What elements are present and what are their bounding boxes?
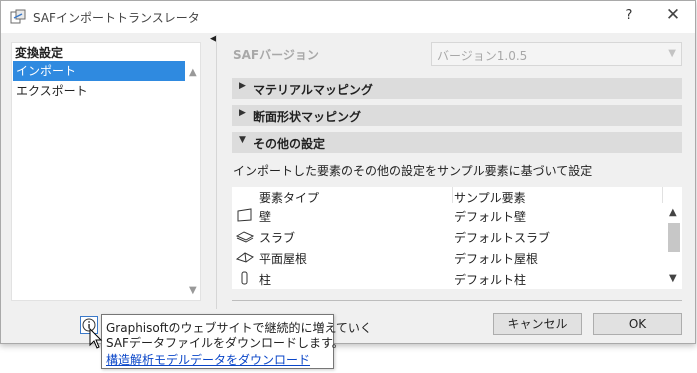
divider [232, 300, 682, 301]
category-item-export[interactable]: エクスポート [13, 81, 185, 101]
table-scrollbar-thumb[interactable] [668, 223, 680, 252]
scroll-up-icon[interactable]: ▲ [189, 67, 197, 78]
download-data-link[interactable]: 構造解析モデルデータをダウンロード [106, 351, 310, 368]
scroll-down-icon[interactable]: ▼ [189, 285, 197, 296]
window-title: SAFインポートトランスレータ [33, 11, 200, 25]
caret-right-icon: ▶ [239, 81, 246, 91]
section-profile-mapping[interactable]: ▶ 断面形状マッピング [232, 105, 682, 126]
element-type-name: 柱 [259, 273, 272, 287]
title-bar: SAFインポートトランスレータ ? ✕ [1, 1, 695, 33]
other-settings-description: インポートした要素のその他の設定をサンプル要素に基づいて設定 [233, 164, 593, 178]
table-row[interactable]: 壁 デフォルト壁 [232, 205, 664, 226]
panel-splitter[interactable] [216, 35, 217, 309]
column-icon [241, 271, 248, 285]
scroll-down-icon[interactable]: ▼ [669, 273, 677, 284]
column-separator[interactable] [662, 187, 663, 203]
mouse-pointer-icon [89, 328, 103, 349]
table-row[interactable]: スラブ デフォルトスラブ [232, 226, 664, 247]
chevron-down-icon: ▼ [668, 48, 676, 59]
column-header-sample-element[interactable]: サンプル要素 [454, 189, 526, 206]
table-row[interactable]: 柱 デフォルト柱 [232, 268, 664, 289]
slab-icon [236, 231, 254, 243]
app-icon [10, 9, 26, 24]
wall-icon [237, 208, 252, 222]
saf-version-value: バージョン1.0.5 [437, 49, 528, 63]
caret-down-icon: ▼ [239, 135, 246, 145]
download-tooltip: Graphisoftのウェブサイトで継続的に増えていく SAFデータファイルをダ… [101, 314, 372, 369]
cancel-button[interactable]: キャンセル [493, 313, 582, 335]
sample-element-name: デフォルト柱 [454, 273, 527, 287]
category-item-import[interactable]: インポート [13, 61, 185, 81]
section-label: 断面形状マッピング [253, 110, 362, 124]
help-button[interactable]: ? [622, 8, 636, 23]
roof-icon [236, 252, 254, 263]
element-type-name: 壁 [259, 210, 272, 224]
column-separator[interactable] [452, 187, 453, 203]
category-heading: 変換設定 [15, 46, 64, 60]
sample-element-name: デフォルトスラブ [454, 231, 551, 245]
sample-element-name: デフォルト屋根 [454, 252, 539, 266]
element-sample-table: 要素タイプ サンプル要素 壁 デフォルト壁 スラブ デフォルトスラブ 平面屋根 [232, 187, 682, 289]
caret-right-icon: ▶ [239, 108, 246, 118]
section-label: マテリアルマッピング [253, 83, 373, 97]
section-label: その他の設定 [253, 137, 326, 151]
table-row[interactable]: 平面屋根 デフォルト屋根 [232, 247, 664, 268]
column-header-element-type[interactable]: 要素タイプ [259, 189, 319, 206]
element-type-name: スラブ [259, 231, 296, 245]
scroll-up-icon[interactable]: ▲ [669, 207, 677, 218]
close-button[interactable]: ✕ [665, 5, 681, 25]
section-other-settings[interactable]: ▼ その他の設定 [232, 132, 682, 153]
element-type-name: 平面屋根 [259, 252, 308, 266]
saf-version-label: SAFバージョン [233, 48, 319, 62]
section-material-mapping[interactable]: ▶ マテリアルマッピング [232, 78, 682, 99]
tooltip-text-line: SAFデータファイルをダウンロードします。 [106, 336, 344, 350]
dialog-window: SAFインポートトランスレータ ? ✕ 変換設定 インポート エクスポート ▲ … [0, 0, 696, 344]
saf-version-select[interactable]: バージョン1.0.5 ▼ [431, 42, 682, 66]
settings-category-list: 変換設定 インポート エクスポート ▲ ▼ [11, 42, 201, 301]
sample-element-name: デフォルト壁 [454, 210, 527, 224]
ok-button[interactable]: OK [593, 313, 682, 335]
